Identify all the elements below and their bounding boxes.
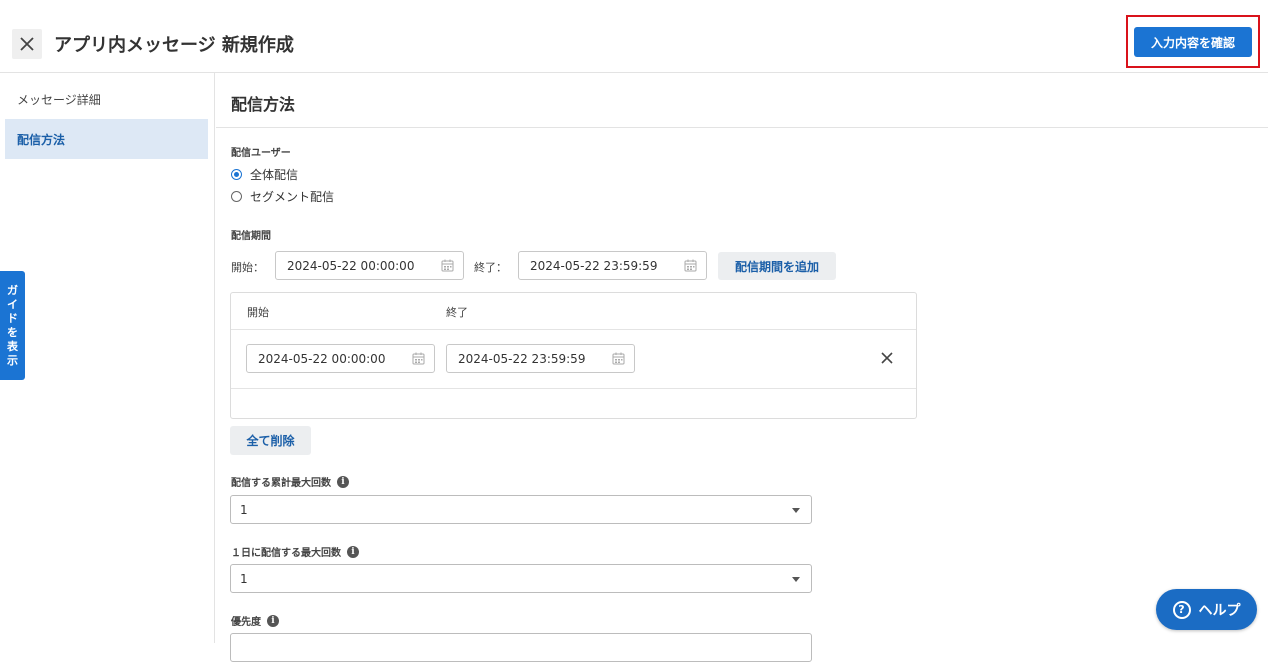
max-total-label: 配信する累計最大回数 i	[231, 474, 349, 489]
max-daily-value: 1	[240, 571, 248, 586]
max-total-value: 1	[240, 502, 248, 517]
calendar-icon[interactable]	[612, 352, 625, 365]
dropdown-caret-icon	[792, 508, 800, 513]
start-date-value: 2024-05-22 00:00:00	[287, 258, 415, 273]
calendar-icon[interactable]	[412, 352, 425, 365]
confirm-button[interactable]: 入力内容を確認	[1134, 27, 1252, 57]
end-date-value: 2024-05-22 23:59:59	[530, 258, 658, 273]
close-icon	[20, 37, 34, 51]
section-divider	[216, 127, 1268, 128]
add-period-button[interactable]: 配信期間を追加	[718, 252, 836, 280]
guide-tab-char: 示	[7, 353, 18, 367]
row-divider	[231, 388, 916, 389]
sidebar-item-delivery-method[interactable]: 配信方法	[5, 119, 208, 159]
help-label: ヘルプ	[1198, 602, 1241, 619]
remove-row-icon[interactable]	[880, 351, 894, 365]
calendar-icon[interactable]	[441, 259, 454, 272]
info-icon[interactable]: i	[337, 475, 349, 488]
row-start-date-value: 2024-05-22 00:00:00	[258, 351, 386, 366]
delivery-period-label: 配信期間	[231, 231, 271, 242]
radio-unchecked-icon	[231, 191, 242, 202]
priority-select[interactable]	[230, 633, 812, 662]
sidebar-item-message-details[interactable]: メッセージ詳細	[5, 79, 208, 119]
guide-tab-char: 表	[7, 339, 18, 353]
max-total-select[interactable]: 1	[230, 495, 812, 524]
max-daily-label-text: １日に配信する最大回数	[231, 548, 341, 559]
delivery-users-label: 配信ユーザー	[231, 148, 291, 159]
radio-checked-icon	[231, 169, 242, 180]
calendar-icon[interactable]	[684, 259, 697, 272]
radio-label: 全体配信	[250, 168, 299, 182]
radio-all-delivery[interactable]: 全体配信	[231, 166, 298, 183]
sidebar: メッセージ詳細 配信方法	[0, 73, 215, 643]
guide-tab-char: ド	[7, 311, 18, 325]
start-label: 開始：	[231, 261, 264, 274]
help-button[interactable]: ? ヘルプ	[1156, 589, 1257, 630]
row-end-date-value: 2024-05-22 23:59:59	[458, 351, 586, 366]
radio-segment-delivery[interactable]: セグメント配信	[231, 188, 334, 205]
help-circle-icon: ?	[1172, 600, 1191, 619]
max-daily-label: １日に配信する最大回数 i	[231, 544, 359, 559]
guide-tab-char: ガ	[7, 283, 18, 297]
priority-label-text: 優先度	[231, 617, 261, 628]
max-total-label-text: 配信する累計最大回数	[231, 478, 331, 489]
guide-tab-char: を	[7, 325, 18, 339]
show-guide-tab[interactable]: ガ イ ド を 表 示	[0, 271, 25, 380]
row-end-date-input[interactable]: 2024-05-22 23:59:59	[446, 344, 635, 373]
page-title: アプリ内メッセージ 新規作成	[54, 35, 294, 56]
top-bar: アプリ内メッセージ 新規作成 入力内容を確認	[0, 0, 1268, 73]
main-content: 配信方法 配信ユーザー 全体配信 セグメント配信 配信期間 開始： 2024-0…	[216, 73, 1268, 662]
dropdown-caret-icon	[792, 577, 800, 582]
row-start-date-input[interactable]: 2024-05-22 00:00:00	[246, 344, 435, 373]
end-label: 終了：	[474, 261, 507, 274]
end-date-input[interactable]: 2024-05-22 23:59:59	[518, 251, 707, 280]
guide-tab-char: イ	[7, 297, 18, 311]
period-head-start: 開始	[247, 306, 269, 319]
info-icon[interactable]: i	[267, 614, 279, 627]
info-icon[interactable]: i	[347, 545, 359, 558]
radio-label: セグメント配信	[250, 190, 335, 204]
delete-all-button[interactable]: 全て削除	[230, 426, 311, 455]
section-title: 配信方法	[231, 95, 296, 114]
period-head-end: 終了	[446, 306, 468, 319]
max-daily-select[interactable]: 1	[230, 564, 812, 593]
start-date-input[interactable]: 2024-05-22 00:00:00	[275, 251, 464, 280]
priority-label: 優先度 i	[231, 613, 279, 628]
close-button[interactable]	[12, 29, 42, 59]
period-table-header: 開始 終了	[231, 293, 916, 330]
period-table: 開始 終了 2024-05-22 00:00:00 2024-05-22 23:…	[230, 292, 917, 419]
